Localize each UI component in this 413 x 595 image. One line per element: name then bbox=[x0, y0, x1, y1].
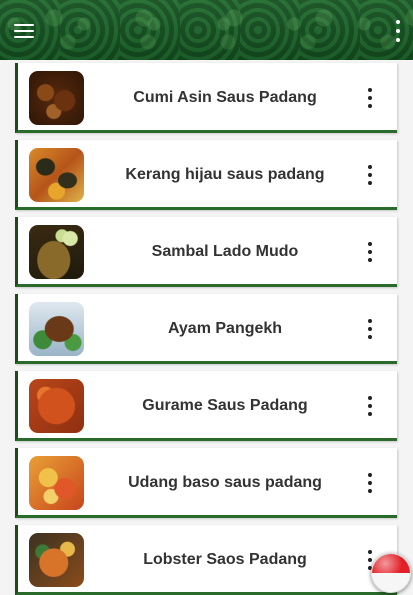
recipe-title: Sambal Lado Mudo bbox=[151, 243, 299, 260]
recipe-title: Lobster Saos Padang bbox=[143, 551, 307, 568]
recipe-thumbnail bbox=[29, 302, 84, 356]
recipe-thumbnail bbox=[29, 71, 84, 125]
app-bar bbox=[0, 0, 413, 60]
recipe-thumbnail bbox=[29, 533, 84, 587]
recipe-title: Kerang hijau saus padang bbox=[125, 166, 325, 183]
recipe-card[interactable]: Gurame Saus Padang bbox=[15, 371, 397, 441]
more-vert-icon[interactable] bbox=[365, 317, 375, 341]
recipe-thumbnail bbox=[29, 456, 84, 510]
more-vert-icon[interactable] bbox=[365, 240, 375, 264]
recipe-card[interactable]: Lobster Saos Padang bbox=[15, 525, 397, 595]
recipe-card[interactable]: Sambal Lado Mudo bbox=[15, 217, 397, 287]
recipe-title: Gurame Saus Padang bbox=[142, 397, 308, 414]
more-vert-icon[interactable] bbox=[365, 471, 375, 495]
recipe-title: Cumi Asin Saus Padang bbox=[133, 89, 317, 106]
flag-gloss bbox=[372, 554, 410, 592]
more-vert-icon[interactable] bbox=[365, 394, 375, 418]
recipe-list: Cumi Asin Saus Padang Kerang hijau saus … bbox=[0, 60, 413, 595]
hamburger-menu-icon[interactable] bbox=[12, 20, 38, 42]
recipe-thumbnail bbox=[29, 379, 84, 433]
more-vert-icon[interactable] bbox=[365, 86, 375, 110]
recipe-card[interactable]: Kerang hijau saus padang bbox=[15, 140, 397, 210]
more-vert-icon[interactable] bbox=[391, 18, 407, 44]
recipe-thumbnail bbox=[29, 148, 84, 202]
recipe-title: Udang baso saus padang bbox=[128, 474, 322, 491]
recipe-card[interactable]: Udang baso saus padang bbox=[15, 448, 397, 518]
recipe-thumbnail bbox=[29, 225, 84, 279]
recipe-card[interactable]: Ayam Pangekh bbox=[15, 294, 397, 364]
recipe-card[interactable]: Cumi Asin Saus Padang bbox=[15, 63, 397, 133]
recipe-title: Ayam Pangekh bbox=[167, 320, 283, 337]
indonesia-flag-icon[interactable] bbox=[371, 553, 411, 593]
more-vert-icon[interactable] bbox=[365, 163, 375, 187]
